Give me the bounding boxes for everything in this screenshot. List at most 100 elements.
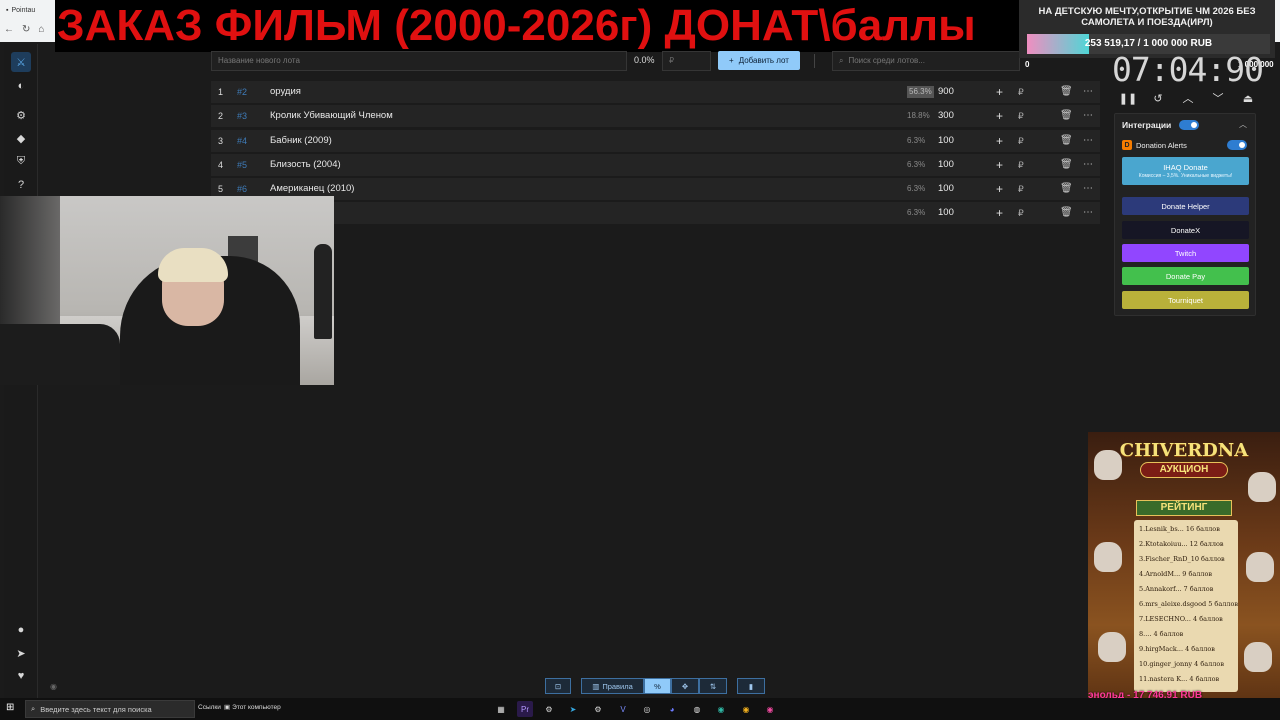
toolbar-divider xyxy=(814,54,815,68)
wheel-icon[interactable]: ◐ xyxy=(11,76,31,96)
chrome-icon[interactable]: ◉ xyxy=(738,701,754,717)
stream-banner: ЗАКАЗ ФИЛЬМ (2000-2026г) ДОНАТ\баллы xyxy=(55,0,1020,52)
edge-icon[interactable]: ◉ xyxy=(713,701,729,717)
move-icon[interactable]: ✥ xyxy=(671,678,699,694)
chevron-down-icon[interactable]: ﹀ xyxy=(1208,88,1228,108)
integration-ihaq-donate-button[interactable]: IHAQ Donate Комиссия – 3,5%. Уникальные в… xyxy=(1122,157,1249,185)
add-amount-icon[interactable]: + xyxy=(996,202,1003,224)
double-chevron-up-icon[interactable]: ⏏ xyxy=(1238,88,1258,108)
more-icon[interactable]: ⋯ xyxy=(1083,154,1093,176)
delete-icon[interactable]: 🗑 xyxy=(1060,105,1073,127)
integration-donatex-button[interactable]: DonateX xyxy=(1122,221,1249,239)
file-manager-icon[interactable]: ▦ xyxy=(493,701,509,717)
rating-line: 2.Ktotakoiuu... 12 баллов xyxy=(1139,540,1224,548)
new-lot-amount-input[interactable]: ₽ xyxy=(662,51,711,71)
auction-icon[interactable]: ⚔ xyxy=(11,52,31,72)
rules-button[interactable]: ▥ Правила xyxy=(581,678,644,694)
taskbar-search[interactable]: ⌕ Введите здесь текст для поиска xyxy=(25,700,195,718)
taskbar-links[interactable]: Ссылки xyxy=(198,704,221,711)
more-icon[interactable]: ⋯ xyxy=(1083,105,1093,127)
tab-label: Pointau xyxy=(11,6,36,14)
delete-icon[interactable]: 🗑 xyxy=(1060,178,1073,200)
add-amount-icon[interactable]: + xyxy=(996,105,1003,127)
lots-table: 1 #2 орудия 56.3% 900 + ₽ 🗑 ⋯ 2 #3 Кролик Убивающий… xyxy=(211,81,1100,227)
reload-icon[interactable]: ↻ xyxy=(22,24,30,35)
discord-icon[interactable]: ◕ xyxy=(664,701,680,717)
lot-row[interactable]: 5 #6 Американец (2010) 6.3% 100 + ₽ 🗑 ⋯ xyxy=(211,178,1100,201)
settings-taskbar-icon[interactable]: ⚙ xyxy=(590,701,606,717)
delete-all-icon[interactable]: ▮ xyxy=(737,678,765,694)
search-lots-input[interactable]: ⌕ Поиск среди лотов... xyxy=(832,51,1020,71)
integration-donate-pay-button[interactable]: Donate Pay xyxy=(1122,267,1249,285)
lot-row[interactable]: 20266.3%100+₽🗑⋯ xyxy=(211,202,1100,225)
settings-icon[interactable]: ⚙ xyxy=(11,105,31,125)
shield-icon[interactable]: ⛨ xyxy=(11,151,31,171)
delete-icon[interactable]: 🗑 xyxy=(1060,154,1073,176)
ruble-icon[interactable]: ₽ xyxy=(1018,105,1024,127)
lot-row[interactable]: 1 #2 орудия 56.3% 900 + ₽ 🗑 ⋯ xyxy=(211,81,1100,103)
integration-twitch-button[interactable]: Twitch xyxy=(1122,244,1249,262)
help-icon[interactable]: ? xyxy=(11,175,31,195)
chevron-up-icon[interactable]: ︿ xyxy=(1178,88,1198,108)
donate-icon[interactable]: ♥ xyxy=(11,666,31,686)
browser-tab[interactable]: ▪ Pointau xyxy=(6,3,58,17)
delete-icon[interactable]: 🗑 xyxy=(1060,130,1073,152)
layers-icon[interactable]: ◆ xyxy=(11,128,31,148)
ruble-icon[interactable]: ₽ xyxy=(1018,154,1024,176)
more-icon[interactable]: ⋯ xyxy=(1083,130,1093,152)
export-icon[interactable]: ⊡ xyxy=(545,678,571,694)
premiere-icon[interactable]: Pr xyxy=(517,701,533,717)
browser-app-icon[interactable]: ◉ xyxy=(762,701,778,717)
ruble-icon[interactable]: ₽ xyxy=(1018,130,1024,152)
ruble-icon[interactable]: ₽ xyxy=(1018,81,1024,103)
search-lots-placeholder: Поиск среди лотов... xyxy=(848,56,925,65)
lot-index: 4 xyxy=(218,159,224,170)
eye-icon[interactable]: ◉ xyxy=(50,682,57,691)
vpn-icon[interactable]: V xyxy=(615,701,631,717)
ruble-icon[interactable]: ₽ xyxy=(1018,202,1024,224)
rating-board: 1.Lesnik_bs... 16 баллов 2.Ktotakoiuu... … xyxy=(1134,520,1238,692)
add-amount-icon[interactable]: + xyxy=(996,81,1003,103)
app-icon[interactable]: ◍ xyxy=(689,701,705,717)
sort-icon[interactable]: ⇅ xyxy=(699,678,727,694)
percent-mode-icon[interactable]: % xyxy=(644,678,671,694)
home-icon[interactable]: ⌂ xyxy=(38,24,44,35)
ruble-icon[interactable]: ₽ xyxy=(1018,178,1024,200)
more-icon[interactable]: ⋯ xyxy=(1083,81,1093,103)
integration-tourniquet-button[interactable]: Tourniquet xyxy=(1122,291,1249,309)
donation-alerts-label: Donation Alerts xyxy=(1136,140,1187,150)
lot-name[interactable]: Кролик Убивающий Членом xyxy=(270,105,393,127)
lot-name[interactable]: Бабник (2009) xyxy=(270,130,332,152)
windows-start-icon[interactable]: ⊞ xyxy=(6,702,20,716)
lot-row[interactable]: 2 #3 Кролик Убивающий Членом 18.8% 300 + ₽ 🗑 ⋯ xyxy=(211,105,1100,128)
taskbar-this-pc[interactable]: ▣ Этот компьютер xyxy=(224,703,281,712)
more-icon[interactable]: ⋯ xyxy=(1083,202,1093,224)
obs-icon[interactable]: ◎ xyxy=(639,701,655,717)
integration-donate-helper-button[interactable]: Donate Helper xyxy=(1122,197,1249,215)
lot-name[interactable]: орудия xyxy=(270,81,301,103)
steam-icon[interactable]: ⚙ xyxy=(541,701,557,717)
add-amount-icon[interactable]: + xyxy=(996,130,1003,152)
telegram-taskbar-icon[interactable]: ➤ xyxy=(565,701,581,717)
donation-alerts-toggle[interactable] xyxy=(1227,140,1247,150)
delete-icon[interactable]: 🗑 xyxy=(1060,202,1073,224)
back-icon[interactable]: ← xyxy=(4,24,14,35)
telegram-icon[interactable]: ➤ xyxy=(11,643,31,663)
collapse-icon[interactable]: ︿ xyxy=(1239,119,1247,130)
add-lot-button[interactable]: + Добавить лот xyxy=(718,51,800,70)
lot-row[interactable]: 3 #4 Бабник (2009) 6.3% 100 + ₽ 🗑 ⋯ xyxy=(211,129,1100,152)
add-amount-icon[interactable]: + xyxy=(996,178,1003,200)
add-amount-icon[interactable]: + xyxy=(996,154,1003,176)
github-icon[interactable]: ● xyxy=(11,620,31,640)
reset-icon[interactable]: ↺ xyxy=(1148,88,1168,108)
lot-amount: 300 xyxy=(938,110,954,122)
rating-line: 3.Fischer_RnD_10 баллов xyxy=(1139,555,1225,563)
more-icon[interactable]: ⋯ xyxy=(1083,178,1093,200)
lot-name[interactable]: Близость (2004) xyxy=(270,154,341,176)
new-lot-name-input[interactable]: Название нового лота xyxy=(211,51,627,71)
lot-row[interactable]: 4 #5 Близость (2004) 6.3% 100 + ₽ 🗑 ⋯ xyxy=(211,153,1100,176)
pause-icon[interactable]: ❚❚ xyxy=(1118,88,1138,108)
delete-icon[interactable]: 🗑 xyxy=(1060,81,1073,103)
integrations-toggle[interactable] xyxy=(1179,120,1199,130)
integration-label: IHAQ Donate xyxy=(1163,163,1208,172)
